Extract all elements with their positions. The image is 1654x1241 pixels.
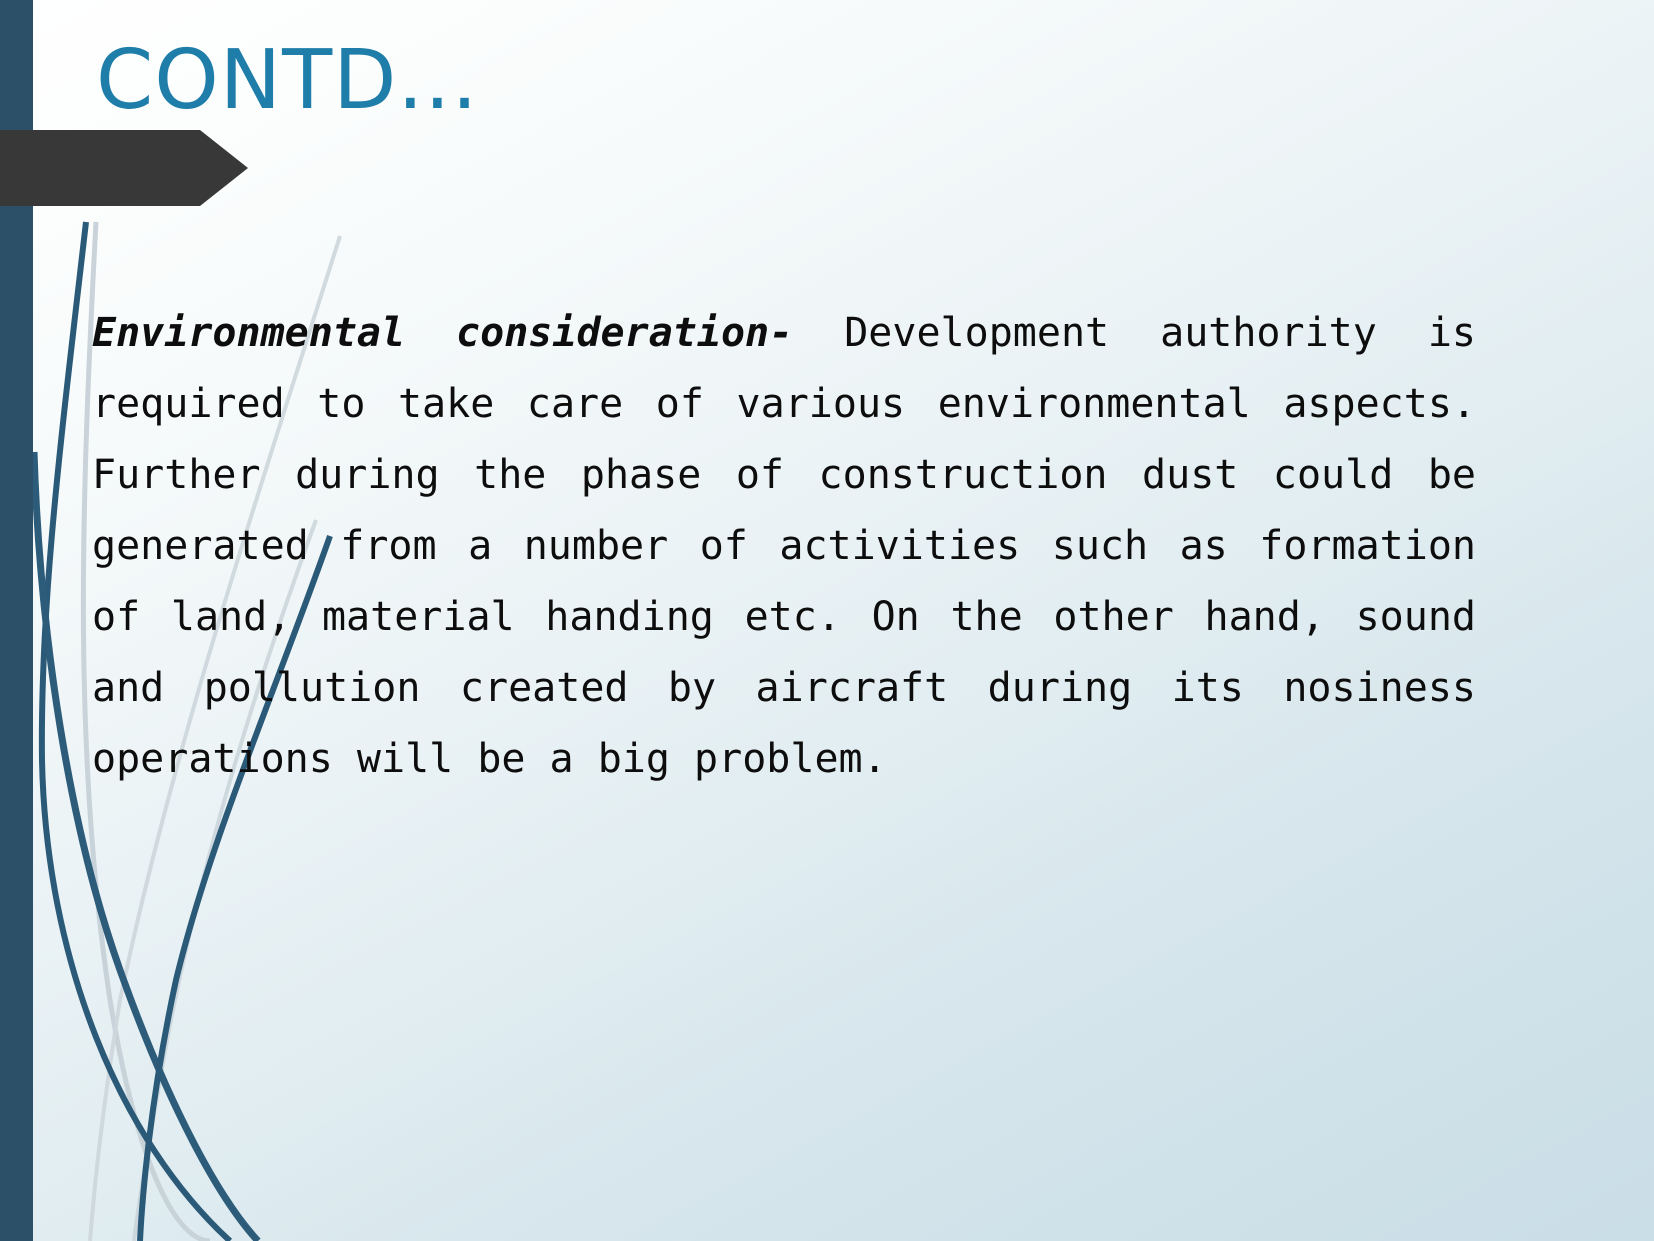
body-paragraph: Environmental consideration- Development…: [92, 298, 1476, 795]
title-chevron-banner: [0, 130, 248, 206]
paragraph-rest: Development authority is required to tak…: [92, 310, 1476, 782]
page-title: CONTD...: [96, 33, 479, 128]
paragraph-lead-in: Environmental consideration-: [92, 310, 794, 356]
body-content: Environmental consideration- Development…: [92, 298, 1476, 795]
slide-canvas: CONTD... Environmental consideration- De…: [0, 0, 1654, 1241]
